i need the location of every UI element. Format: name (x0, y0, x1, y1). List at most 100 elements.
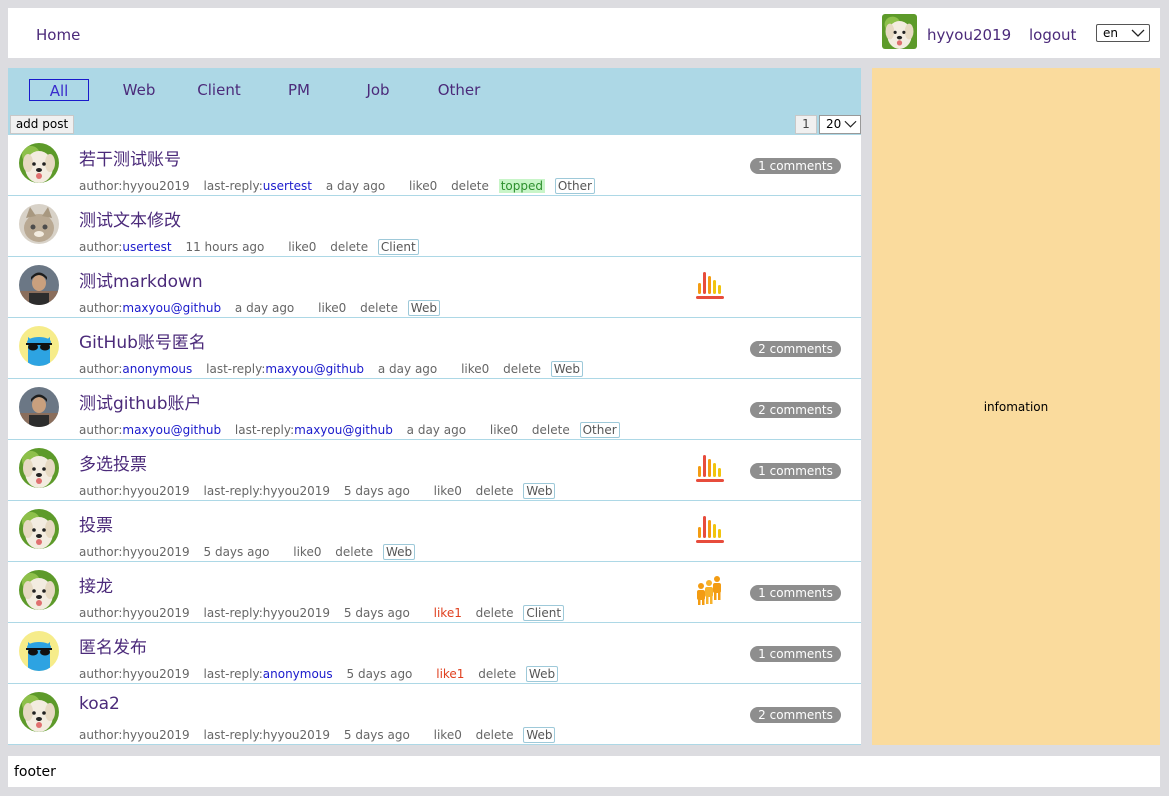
author-link[interactable]: hyyou2019 (122, 545, 189, 559)
last-reply-link[interactable]: hyyou2019 (263, 606, 330, 620)
delete-button[interactable]: delete (476, 728, 514, 742)
like-button[interactable]: like0 (288, 240, 316, 254)
author-link[interactable]: maxyou@github (122, 301, 221, 315)
page-number-button[interactable]: 1 (795, 115, 817, 134)
language-select[interactable]: en (1096, 24, 1150, 42)
avatar[interactable] (19, 570, 59, 610)
author-link[interactable]: hyyou2019 (122, 606, 189, 620)
category-tag[interactable]: Other (554, 178, 595, 194)
avatar[interactable] (19, 509, 59, 549)
tab-other[interactable]: Other (429, 79, 489, 101)
last-reply-link[interactable]: hyyou2019 (263, 484, 330, 498)
logout-link[interactable]: logout (1029, 26, 1076, 44)
delete-button[interactable]: delete (335, 545, 373, 559)
like-button[interactable]: like0 (318, 301, 346, 315)
delete-button[interactable]: delete (451, 179, 489, 193)
author-link[interactable]: usertest (122, 240, 171, 254)
page-size-value: 20 (826, 117, 842, 131)
author-label: author: (79, 179, 123, 193)
delete-button[interactable]: delete (532, 423, 570, 437)
post-title[interactable]: 若干测试账号 (79, 145, 181, 170)
delete-button[interactable]: delete (330, 240, 368, 254)
comment-count-badge[interactable]: 1 comments (750, 646, 841, 662)
post-title[interactable]: 接龙 (79, 572, 113, 597)
delete-button[interactable]: delete (478, 667, 516, 681)
category-tag[interactable]: Web (525, 666, 559, 682)
author-link[interactable]: hyyou2019 (122, 728, 189, 742)
like-button[interactable]: like0 (293, 545, 321, 559)
post-title[interactable]: GitHub账号匿名 (79, 328, 206, 353)
comment-count-badge[interactable]: 2 comments (750, 707, 841, 723)
tab-all[interactable]: All (29, 79, 89, 101)
like-button[interactable]: like0 (461, 362, 489, 376)
tab-web[interactable]: Web (109, 79, 169, 101)
username-link[interactable]: hyyou2019 (927, 26, 1011, 44)
category-tag[interactable]: Web (382, 544, 416, 560)
post-meta: author:usertest 11 hours ago like0 delet… (79, 239, 429, 255)
post-title[interactable]: 匿名发布 (79, 633, 147, 658)
last-reply-link[interactable]: maxyou@github (265, 362, 364, 376)
category-tag[interactable]: Other (579, 422, 620, 438)
last-reply-link[interactable]: hyyou2019 (263, 728, 330, 742)
post-row: 匿名发布 author:hyyou2019 last-reply:anonymo… (8, 623, 861, 684)
delete-button[interactable]: delete (503, 362, 541, 376)
comment-count-badge[interactable]: 1 comments (750, 158, 841, 174)
category-tag[interactable]: Web (407, 300, 440, 316)
last-reply-link[interactable]: maxyou@github (294, 423, 393, 437)
post-title[interactable]: 多选投票 (79, 450, 147, 475)
author-link[interactable]: hyyou2019 (122, 179, 189, 193)
last-reply-link[interactable]: anonymous (263, 667, 333, 681)
post-row: koa2 author:hyyou2019 last-reply:hyyou20… (8, 684, 861, 745)
comment-count-badge[interactable]: 2 comments (750, 341, 841, 357)
post-title[interactable]: 测试markdown (79, 267, 203, 292)
avatar[interactable] (19, 204, 59, 244)
category-tag[interactable]: Web (550, 361, 583, 377)
post-title[interactable]: 测试文本修改 (79, 206, 181, 231)
delete-button[interactable]: delete (476, 484, 514, 498)
post-title[interactable]: 投票 (79, 511, 113, 536)
like-button[interactable]: like0 (409, 179, 437, 193)
last-reply-label: last-reply: (203, 606, 263, 620)
author-link[interactable]: anonymous (122, 362, 192, 376)
category-tag[interactable]: Web (523, 727, 556, 743)
post-title[interactable]: 测试github账户 (79, 389, 202, 414)
post-title[interactable]: koa2 (79, 694, 120, 714)
comment-count-badge[interactable]: 1 comments (750, 585, 841, 601)
author-link[interactable]: hyyou2019 (122, 484, 189, 498)
avatar[interactable] (19, 692, 59, 732)
delete-button[interactable]: delete (476, 606, 514, 620)
tab-job[interactable]: Job (348, 79, 408, 101)
avatar[interactable] (19, 143, 59, 183)
top-nav-bar: Home hyyou2019 logout en (8, 8, 1160, 58)
author-link[interactable]: hyyou2019 (122, 667, 189, 681)
avatar[interactable] (19, 265, 59, 305)
like-button[interactable]: like0 (490, 423, 518, 437)
avatar[interactable] (19, 326, 59, 366)
page-size-select[interactable]: 20 (819, 115, 861, 134)
avatar[interactable] (19, 631, 59, 671)
tab-pm[interactable]: PM (269, 79, 329, 101)
like-button[interactable]: like1 (434, 606, 462, 620)
comment-count-badge[interactable]: 2 comments (750, 402, 841, 418)
home-link[interactable]: Home (36, 26, 80, 44)
last-reply-link[interactable]: usertest (263, 179, 312, 193)
delete-button[interactable]: delete (360, 301, 398, 315)
bar-chart-icon (696, 455, 724, 482)
like-button[interactable]: like0 (434, 484, 462, 498)
info-panel: infomation (872, 68, 1160, 745)
post-meta: author:hyyou2019 last-reply:hyyou2019 5 … (79, 727, 565, 743)
tab-client[interactable]: Client (189, 79, 249, 101)
avatar[interactable] (19, 387, 59, 427)
like-button[interactable]: like1 (436, 667, 464, 681)
add-post-button[interactable]: add post (10, 115, 74, 134)
comment-count-badge[interactable]: 1 comments (750, 463, 841, 479)
category-tag[interactable]: Web (523, 483, 556, 499)
avatar[interactable] (19, 448, 59, 488)
category-tag[interactable]: Client (523, 605, 565, 621)
author-link[interactable]: maxyou@github (122, 423, 221, 437)
like-button[interactable]: like0 (434, 728, 462, 742)
user-avatar[interactable] (882, 14, 917, 49)
author-label: author: (79, 423, 123, 437)
category-tag[interactable]: Client (377, 239, 419, 255)
post-row: 多选投票 author:hyyou2019 last-reply:hyyou20… (8, 440, 861, 501)
